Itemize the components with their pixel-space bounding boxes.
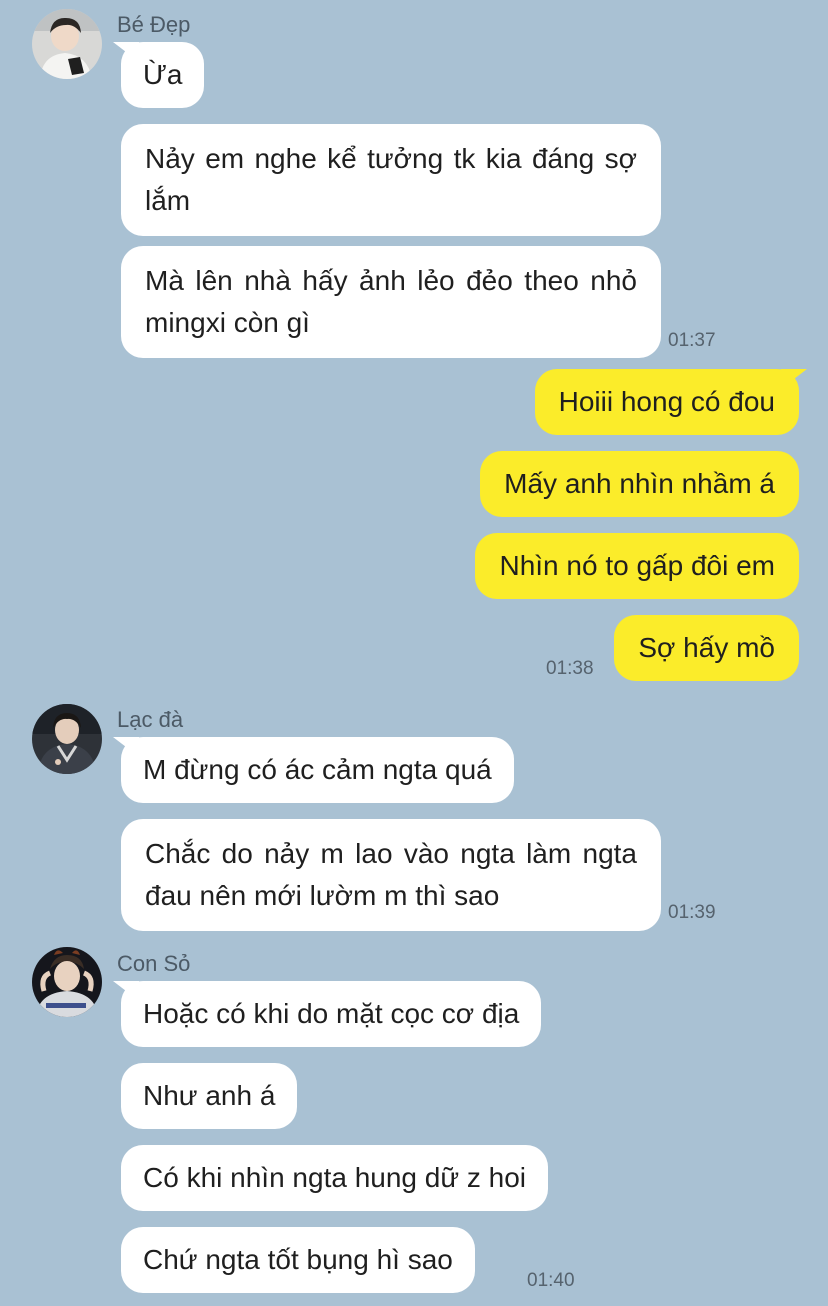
message-bubble-incoming[interactable]: Hoặc có khi do mặt cọc cơ địa: [121, 981, 542, 1047]
message-timestamp: 01:37: [668, 330, 716, 351]
message-bubble-outgoing[interactable]: Mấy anh nhìn nhầm á: [480, 451, 799, 517]
message-timestamp: 01:38: [546, 658, 594, 679]
message-bubble-outgoing[interactable]: Hoiii hong có đou: [534, 369, 799, 435]
message-bubble-incoming[interactable]: Ừa: [121, 42, 205, 108]
message-bubble-incoming[interactable]: M đừng có ác cảm ngta quá: [121, 737, 514, 803]
message-bubble-outgoing[interactable]: Sợ hấy mồ: [614, 615, 799, 681]
avatar-con-so[interactable]: [32, 947, 102, 1017]
avatar-lac-da[interactable]: [32, 704, 102, 774]
message-bubble-incoming[interactable]: Chắc do nảy m lao vào ngta làm ngta đau …: [121, 819, 661, 931]
message-timestamp: 01:39: [668, 902, 716, 923]
message-bubble-incoming[interactable]: Như anh á: [121, 1063, 298, 1129]
avatar-be-dep[interactable]: [32, 9, 102, 79]
message-bubble-outgoing[interactable]: Nhìn nó to gấp đôi em: [475, 533, 799, 599]
message-bubble-incoming[interactable]: Chứ ngta tốt bụng hì sao: [121, 1227, 475, 1293]
sender-name: Bé Đẹp: [117, 12, 191, 37]
message-timestamp: 01:40: [527, 1270, 575, 1291]
sender-name: Con Sỏ: [117, 951, 191, 976]
message-bubble-incoming[interactable]: Nảy em nghe kể tưởng tk kia đáng sợ lắm: [121, 124, 661, 236]
sender-name: Lạc đà: [117, 707, 184, 732]
message-bubble-incoming[interactable]: Có khi nhìn ngta hung dữ z hoi: [121, 1145, 549, 1211]
message-bubble-incoming[interactable]: Mà lên nhà hấy ảnh lẻo đẻo theo nhỏ ming…: [121, 246, 661, 358]
